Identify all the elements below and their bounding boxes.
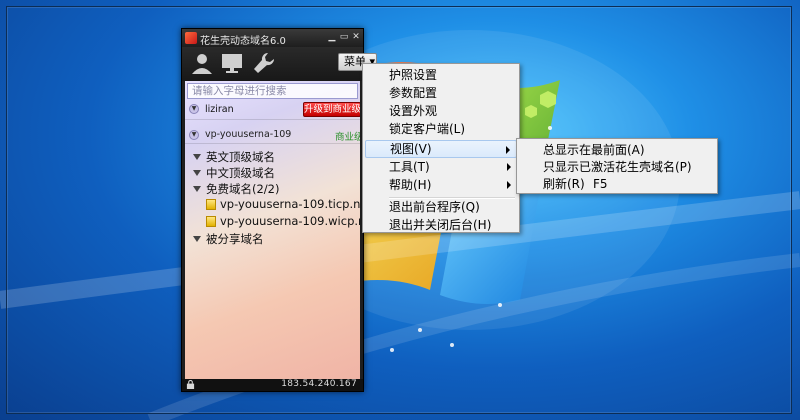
search-input[interactable] — [187, 83, 358, 99]
menu-item-appearance[interactable]: 设置外观 — [365, 102, 517, 120]
menu-item-lock-client[interactable]: 锁定客户端(L) — [365, 120, 517, 138]
expand-triangle-icon[interactable] — [193, 170, 201, 176]
expand-triangle-icon[interactable] — [193, 236, 201, 242]
username-label: liziran — [205, 104, 234, 115]
minimize-icon[interactable]: ▁ — [327, 31, 337, 43]
domain-icon — [206, 216, 216, 227]
menu-item-exit-and-close-background[interactable]: 退出并关闭后台(H) — [365, 216, 517, 234]
monitor-icon[interactable] — [220, 51, 244, 75]
menu-item-tools[interactable]: 工具(T) — [365, 158, 517, 176]
maximize-icon[interactable]: ▭ — [339, 31, 349, 43]
menu-item-help[interactable]: 帮助(H) — [365, 176, 517, 194]
refresh-shortcut: F5 — [593, 177, 608, 191]
menu-item-view[interactable]: 视图(V) — [365, 140, 517, 158]
chevron-down-icon[interactable]: ▼ — [189, 104, 199, 114]
menu-item-parameters[interactable]: 参数配置 — [365, 84, 517, 102]
context-menu: 护照设置 参数配置 设置外观 锁定客户端(L) 视图(V) 工具(T) 帮助(H… — [362, 63, 520, 233]
host-row[interactable]: ▼ vp-youuserna-109 商业级 — [185, 127, 360, 144]
ip-address: 183.54.240.167 — [281, 379, 357, 389]
expand-triangle-icon[interactable] — [193, 154, 201, 160]
menu-item-exit-foreground[interactable]: 退出前台程序(Q) — [365, 198, 517, 216]
close-icon[interactable]: ✕ — [351, 31, 361, 43]
title-bar[interactable]: 花生壳动态域名6.0 ▁ ▭ ✕ — [182, 29, 363, 47]
user-row[interactable]: ▼ liziran 升级到商业级 — [185, 101, 360, 120]
host-name-label: vp-youuserna-109 — [205, 129, 292, 140]
toolbar: 菜单 ▾ — [182, 47, 377, 81]
submenu-arrow-icon — [507, 163, 511, 171]
domain-icon — [206, 199, 216, 210]
window-title: 花生壳动态域名6.0 — [200, 36, 286, 47]
app-logo-icon — [185, 32, 197, 44]
user-icon[interactable] — [190, 51, 214, 75]
wrench-icon[interactable] — [252, 51, 276, 75]
upgrade-button[interactable]: 升级到商业级 — [303, 102, 360, 117]
status-bar: 183.54.240.167 — [182, 379, 363, 391]
lock-icon[interactable] — [186, 380, 195, 389]
peanut-hull-window: 花生壳动态域名6.0 ▁ ▭ ✕ 菜单 ▾ ▼ liziran 升级到商业级 ▼… — [181, 28, 377, 392]
expand-triangle-icon[interactable] — [193, 186, 201, 192]
account-type-badge: 商业级 — [335, 132, 360, 143]
view-submenu: 总显示在最前面(A) 只显示已激活花生壳域名(P) 刷新(R) F5 — [516, 138, 718, 194]
chevron-down-icon[interactable]: ▼ — [189, 130, 199, 140]
submenu-arrow-icon — [506, 146, 510, 154]
submenu-item-refresh[interactable]: 刷新(R) F5 — [519, 175, 715, 193]
submenu-arrow-icon — [507, 181, 511, 189]
submenu-item-only-active-domains[interactable]: 只显示已激活花生壳域名(P) — [519, 158, 715, 176]
menu-item-passport-settings[interactable]: 护照设置 — [365, 66, 517, 84]
domain-panel: ▼ liziran 升级到商业级 ▼ vp-youuserna-109 商业级 … — [185, 81, 360, 379]
submenu-item-always-on-top[interactable]: 总显示在最前面(A) — [519, 141, 715, 159]
